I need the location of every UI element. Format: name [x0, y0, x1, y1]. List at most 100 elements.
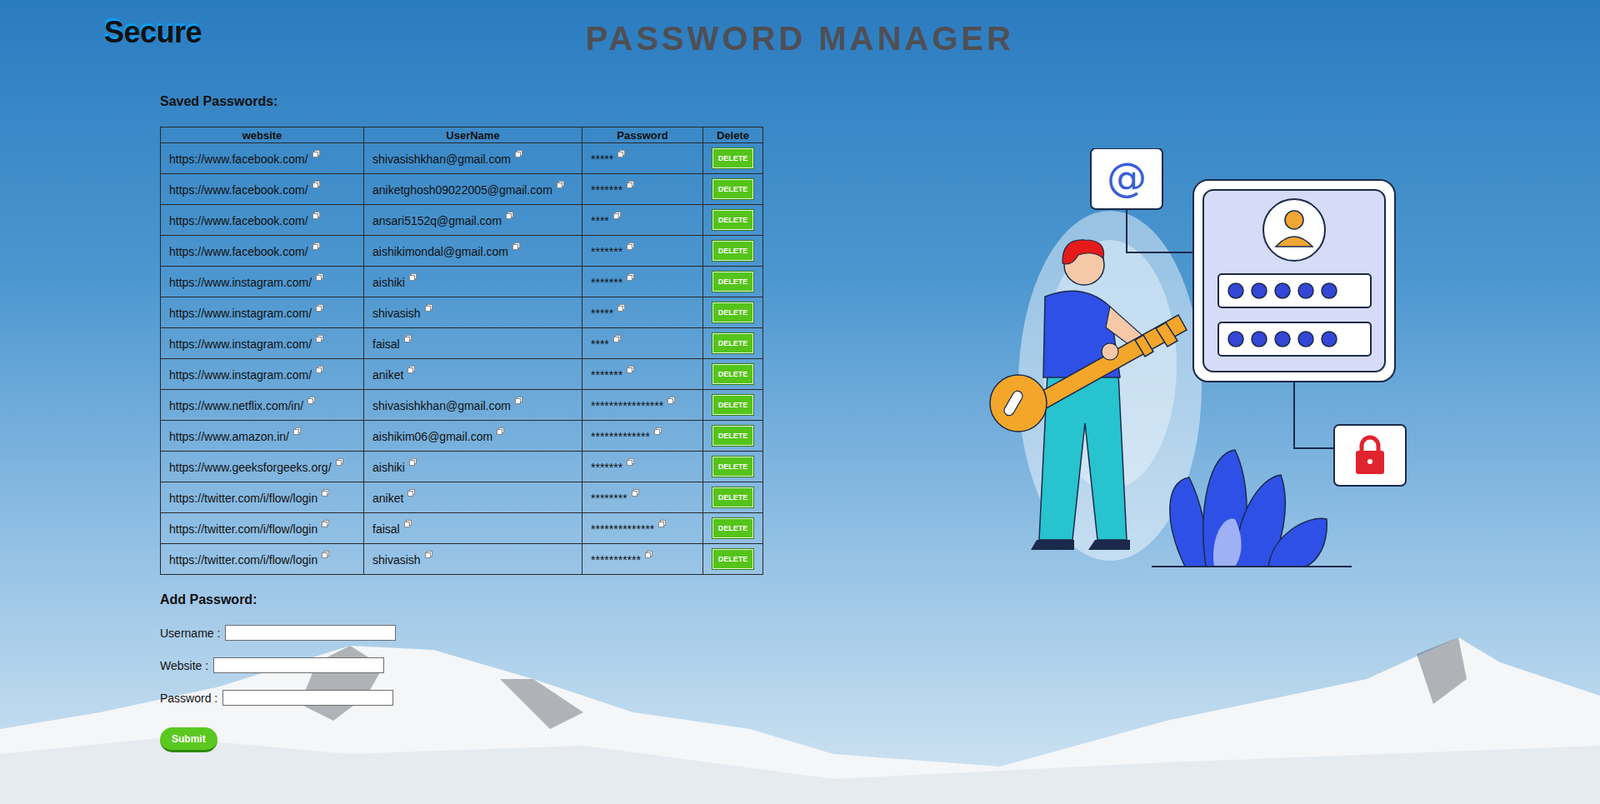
copy-icon[interactable]	[409, 458, 417, 466]
delete-cell: DELETE	[703, 420, 764, 452]
table-row: https://twitter.com/i/flow/loginfaisal**…	[160, 513, 764, 545]
copy-icon[interactable]	[312, 242, 320, 250]
saved-heading: Saved Passwords:	[160, 93, 763, 110]
username-cell: shivasish	[364, 297, 583, 329]
column-header: UserName	[364, 127, 583, 144]
copy-icon[interactable]	[645, 550, 653, 559]
delete-button[interactable]: DELETE	[711, 270, 755, 293]
page-title: PASSWORD MANAGER	[585, 13, 1015, 58]
table-row: https://twitter.com/i/flow/loginshivasis…	[160, 544, 764, 575]
delete-button[interactable]: DELETE	[711, 425, 755, 447]
copy-icon[interactable]	[658, 520, 666, 528]
copy-icon[interactable]	[654, 427, 662, 435]
delete-button[interactable]: DELETE	[711, 455, 755, 478]
copy-icon[interactable]	[613, 335, 621, 343]
field-input[interactable]	[213, 657, 385, 674]
copy-icon[interactable]	[404, 520, 412, 528]
website-cell: https://twitter.com/i/flow/login	[160, 482, 365, 514]
submit-button[interactable]: Submit	[160, 727, 218, 753]
copy-icon[interactable]	[425, 304, 433, 312]
copy-icon[interactable]	[321, 550, 330, 559]
delete-button[interactable]: DELETE	[711, 517, 755, 540]
password-cell: *******	[582, 266, 704, 298]
delete-button[interactable]: DELETE	[711, 178, 755, 200]
delete-button[interactable]: DELETE	[711, 209, 755, 231]
copy-icon[interactable]	[626, 458, 635, 466]
copy-icon[interactable]	[425, 550, 433, 559]
field-input[interactable]	[222, 690, 394, 706]
delete-cell: DELETE	[703, 544, 764, 575]
copy-icon[interactable]	[667, 396, 675, 405]
logo[interactable]: Secure	[0, 13, 586, 50]
copy-icon[interactable]	[505, 211, 514, 220]
copy-icon[interactable]	[515, 150, 523, 158]
copy-icon[interactable]	[315, 273, 324, 281]
copy-icon[interactable]	[409, 273, 417, 281]
password-cell: ****	[582, 205, 704, 236]
copy-icon[interactable]	[307, 396, 315, 405]
copy-icon[interactable]	[312, 150, 320, 158]
password-cell: *****	[582, 297, 704, 329]
copy-icon[interactable]	[496, 427, 505, 435]
delete-button[interactable]: DELETE	[711, 332, 755, 355]
copy-icon[interactable]	[631, 489, 640, 497]
copy-icon[interactable]	[626, 180, 635, 189]
copy-icon[interactable]	[312, 180, 320, 189]
delete-button[interactable]: DELETE	[711, 394, 755, 416]
key-icon	[990, 315, 1187, 432]
copy-icon[interactable]	[515, 396, 523, 405]
copy-icon[interactable]	[312, 211, 320, 220]
website-cell: https://www.amazon.in/	[160, 420, 365, 452]
password-cell: *******	[582, 174, 704, 205]
username-cell: aishiki	[364, 266, 583, 298]
copy-icon[interactable]	[404, 335, 412, 343]
delete-button[interactable]: DELETE	[711, 240, 755, 262]
copy-icon[interactable]	[512, 242, 520, 250]
copy-icon[interactable]	[556, 180, 565, 189]
copy-icon[interactable]	[613, 211, 621, 220]
password-manager-page: SecurePASSWORD MANAGERSaved Passwords:we…	[0, 0, 1600, 804]
website-cell: https://www.instagram.com/	[160, 266, 365, 298]
website-cell: https://www.geeksforgeeks.org/	[160, 451, 365, 483]
copy-icon[interactable]	[626, 273, 635, 281]
password-illustration: @	[985, 148, 1410, 570]
delete-button[interactable]: DELETE	[711, 548, 755, 570]
delete-cell: DELETE	[703, 266, 764, 298]
table-row: https://www.geeksforgeeks.org/aishiki***…	[160, 451, 764, 483]
copy-icon[interactable]	[626, 242, 635, 250]
copy-icon[interactable]	[617, 304, 625, 312]
copy-icon[interactable]	[407, 365, 415, 374]
delete-button[interactable]: DELETE	[711, 363, 755, 385]
password-cell: *******	[582, 359, 704, 390]
delete-button[interactable]: DELETE	[711, 486, 755, 509]
copy-icon[interactable]	[315, 304, 324, 312]
table-row: https://www.instagram.com/aishiki*******…	[160, 266, 764, 298]
username-cell: aniketghosh09022005@gmail.com	[364, 174, 583, 205]
table-row: https://www.facebook.com/shivasishkhan@g…	[160, 143, 764, 175]
copy-icon[interactable]	[293, 427, 301, 435]
copy-icon[interactable]	[321, 489, 330, 497]
copy-icon[interactable]	[315, 365, 324, 374]
copy-icon[interactable]	[626, 365, 635, 374]
username-cell: aishikim06@gmail.com	[364, 420, 583, 452]
username-cell: shivasish	[364, 544, 583, 575]
website-cell: https://www.facebook.com/	[160, 143, 365, 175]
copy-icon[interactable]	[315, 335, 324, 343]
form-field: Password :	[160, 690, 763, 706]
copy-icon[interactable]	[617, 150, 625, 158]
copy-icon[interactable]	[335, 458, 344, 466]
table-row: https://www.facebook.com/aniketghosh0902…	[160, 174, 764, 205]
delete-button[interactable]: DELETE	[711, 147, 755, 170]
delete-cell: DELETE	[703, 451, 764, 483]
field-input[interactable]	[225, 625, 396, 641]
password-cell: ********	[582, 482, 704, 514]
copy-icon[interactable]	[407, 489, 415, 497]
website-cell: https://www.instagram.com/	[160, 297, 365, 329]
table-row: https://www.amazon.in/aishikim06@gmail.c…	[160, 420, 764, 452]
plant-icon	[1151, 450, 1352, 567]
form-field: Website :	[160, 657, 763, 674]
delete-button[interactable]: DELETE	[711, 301, 755, 324]
copy-icon[interactable]	[321, 520, 330, 528]
field-label: Password :	[160, 691, 218, 705]
username-cell: shivasishkhan@gmail.com	[364, 143, 583, 175]
